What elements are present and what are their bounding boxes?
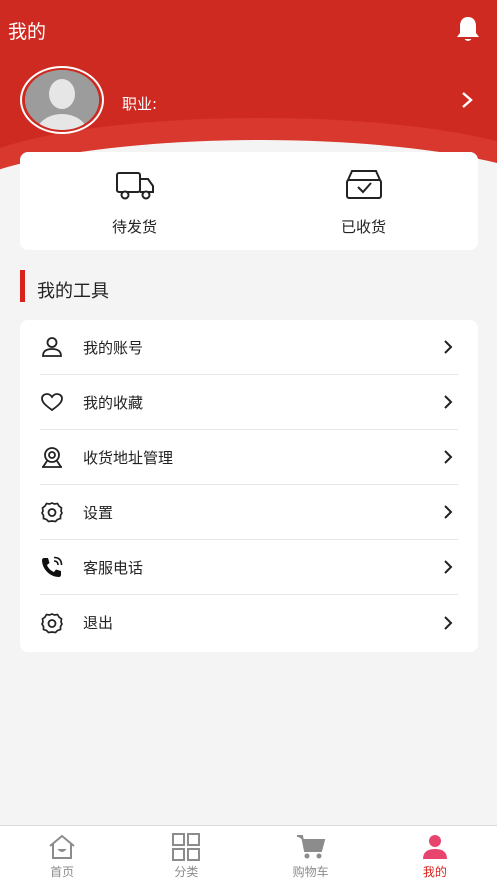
tab-category[interactable]: 分类 xyxy=(124,826,248,883)
section-title: 我的工具 xyxy=(37,281,109,302)
tab-home[interactable]: 首页 xyxy=(0,826,124,883)
tool-item-label: 收货地址管理 xyxy=(83,448,174,467)
tool-item-account[interactable]: 我的账号 xyxy=(40,320,458,375)
bell-icon[interactable] xyxy=(453,14,483,44)
chevron-right-icon xyxy=(444,615,453,630)
order-received-label: 已收货 xyxy=(340,218,386,236)
tab-cart[interactable]: 购物车 xyxy=(249,826,373,883)
chevron-right-icon xyxy=(444,505,453,519)
heart-icon xyxy=(41,393,63,412)
truck-icon xyxy=(115,172,154,200)
tool-item-favorites[interactable]: 我的收藏 xyxy=(40,375,458,430)
chevron-right-icon xyxy=(444,340,453,354)
tool-item-label: 我的收藏 xyxy=(83,393,144,412)
grid-icon xyxy=(172,833,201,861)
tool-item-logout[interactable]: 退出 xyxy=(40,595,458,650)
tab-label: 我的 xyxy=(422,865,447,879)
tool-item-settings[interactable]: 设置 xyxy=(40,485,458,540)
tab-label: 分类 xyxy=(174,865,199,879)
chevron-right-icon xyxy=(444,450,453,464)
avatar[interactable] xyxy=(20,66,104,134)
tool-item-label: 我的账号 xyxy=(83,338,144,357)
job-label: 职业: xyxy=(122,95,158,113)
order-received[interactable]: 已收货 xyxy=(249,152,478,250)
chevron-right-icon xyxy=(444,560,453,574)
default-avatar-icon xyxy=(25,70,99,130)
person-icon xyxy=(422,835,447,859)
page-title: 我的 xyxy=(8,21,47,43)
location-icon xyxy=(42,447,62,468)
tool-item-customer-service[interactable]: 客服电话 xyxy=(40,540,458,595)
order-pending-label: 待发货 xyxy=(111,218,157,236)
tool-item-label: 客服电话 xyxy=(83,558,144,577)
order-status-card: 待发货 已收货 xyxy=(20,152,478,250)
chevron-right-icon xyxy=(444,395,453,409)
cart-icon xyxy=(296,835,325,859)
tool-item-label: 退出 xyxy=(83,614,114,632)
user-icon xyxy=(42,337,62,357)
tab-label: 购物车 xyxy=(292,865,329,879)
bottom-tab-bar: 首页 分类 购物车 我的 xyxy=(0,825,497,883)
gear-icon xyxy=(41,612,63,633)
phone-icon xyxy=(42,556,63,577)
inbox-check-icon xyxy=(345,170,382,199)
tool-item-address[interactable]: 收货地址管理 xyxy=(40,430,458,485)
tab-label: 首页 xyxy=(50,865,75,879)
chevron-right-icon[interactable] xyxy=(458,90,476,110)
tab-mine[interactable]: 我的 xyxy=(373,826,497,883)
gear-icon xyxy=(41,502,63,523)
tool-item-label: 设置 xyxy=(83,503,114,522)
section-accent-bar xyxy=(20,270,25,302)
order-pending-shipment[interactable]: 待发货 xyxy=(20,152,249,250)
home-icon xyxy=(49,834,75,859)
tools-list: 我的账号 我的收藏 收货地址管理 设置 客服电话 退出 xyxy=(20,320,478,652)
